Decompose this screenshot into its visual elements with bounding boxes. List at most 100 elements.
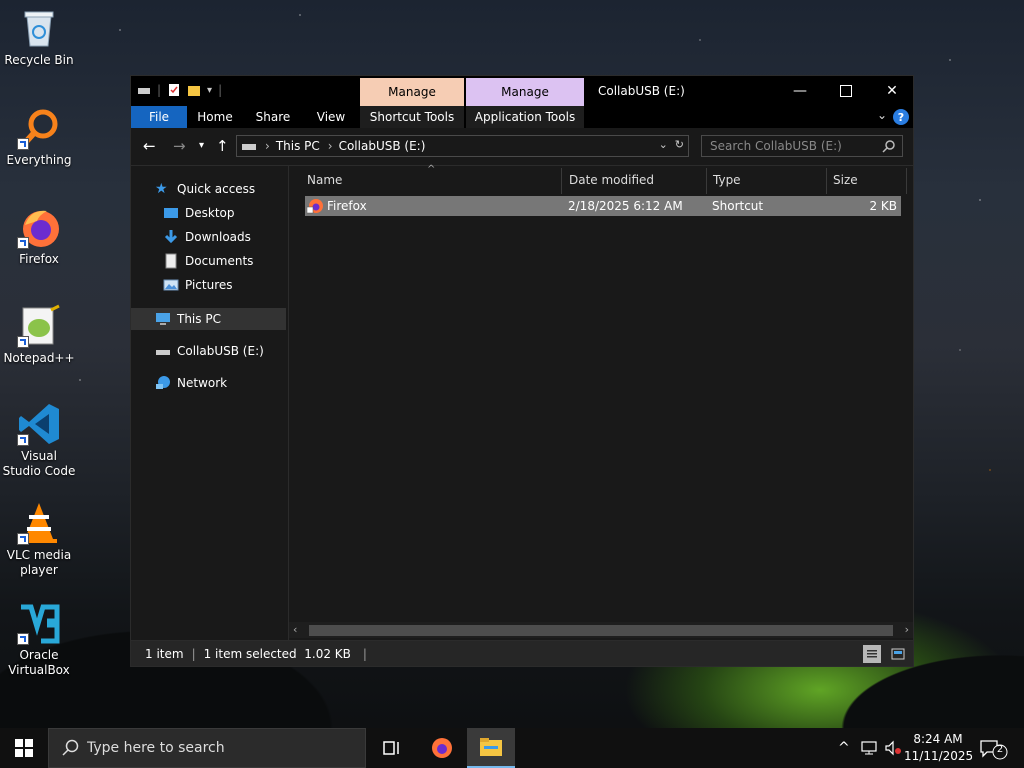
status-divider: | [362,646,367,661]
column-header-type[interactable]: Type [713,166,741,194]
properties-icon[interactable] [167,83,181,97]
downloads-icon [164,230,178,244]
nav-network[interactable]: Network [131,372,310,394]
maximize-button[interactable] [823,76,869,106]
file-date: 2/18/2025 6:12 AM [568,199,683,213]
manage-application-group[interactable]: Manage [466,78,584,106]
column-divider[interactable] [906,168,907,194]
file-row-firefox[interactable]: Firefox 2/18/2025 6:12 AM Shortcut 2 KB [305,196,901,216]
desktop-icon-vlc[interactable]: VLC media player [2,501,76,578]
nav-this-pc[interactable]: This PC [131,308,286,330]
forward-icon[interactable]: → [173,137,186,155]
nav-quick-access[interactable]: ★ Quick access [131,178,310,200]
file-explorer-icon [480,738,502,756]
shortcut-arrow-icon [17,336,29,348]
documents-icon [165,253,177,269]
column-header-date-modified[interactable]: Date modified [569,166,654,194]
column-divider[interactable] [706,168,707,194]
search-box[interactable] [701,135,903,157]
desktop-icon-recycle-bin[interactable]: Recycle Bin [2,6,76,68]
address-dropdown-refresh-icons[interactable]: ⌄ ↻ [659,138,684,151]
search-input[interactable] [702,138,882,154]
action-center-button[interactable]: 2 [978,738,1010,760]
column-header-name[interactable]: Name [307,166,342,194]
volume-muted-icon[interactable] [884,740,902,756]
taskbar-search-input[interactable] [79,739,349,757]
nav-label: Pictures [185,278,233,292]
breadcrumb-collabusb[interactable]: CollabUSB (E:) [339,139,426,153]
desktop-icon-vscode[interactable]: Visual Studio Code [2,402,76,479]
taskbar: ^ 8:24 AM 11/11/2025 2 [0,728,1024,768]
task-view-button[interactable] [368,728,416,768]
taskbar-search-box[interactable] [48,728,366,768]
large-icons-view-button[interactable] [889,645,907,663]
help-icon[interactable]: ? [893,109,909,125]
up-icon[interactable]: ↑ [216,137,229,155]
tab-file[interactable]: File [131,106,187,128]
column-header-size[interactable]: Size [833,166,858,194]
desktop-icon-everything[interactable]: Everything [2,106,76,168]
nav-label: Desktop [185,206,235,220]
desktop-icon-notepad-plus-plus[interactable]: Notepad++ [2,304,76,366]
search-icon [882,140,895,153]
sort-ascending-icon: ^ [427,164,436,175]
column-divider[interactable] [561,168,562,194]
file-list: ^ Name Date modified Type Size Firefox 2… [289,164,913,640]
shortcut-arrow-icon [17,434,29,446]
recent-locations-icon[interactable]: ▾ [199,140,204,151]
status-bar: 1 item | 1 item selected 1.02 KB | [131,640,913,666]
tab-shortcut-tools[interactable]: Shortcut Tools [360,106,464,128]
taskbar-file-explorer-button[interactable] [467,728,515,768]
minimize-button[interactable]: — [777,76,823,106]
everything-search-icon [17,106,61,150]
show-hidden-icons-chevron-icon[interactable]: ^ [838,740,850,756]
tab-home[interactable]: Home [187,106,243,128]
breadcrumb-this-pc[interactable]: This PC [276,139,320,153]
tab-view[interactable]: View [303,106,359,128]
manage-shortcut-group[interactable]: Manage [360,78,464,106]
back-icon[interactable]: ← [143,137,156,155]
this-pc-icon [156,313,170,325]
close-button[interactable]: ✕ [869,76,915,106]
large-icons-view-icon [891,648,905,660]
clock-time: 8:24 AM [913,732,963,746]
details-view-button[interactable] [863,645,881,663]
system-clock[interactable]: 8:24 AM 11/11/2025 [904,731,973,765]
network-status-icon[interactable] [860,740,878,756]
vscode-icon [17,402,61,446]
status-divider: | [191,646,196,661]
breadcrumb-separator-icon: › [327,139,333,153]
title-bar: | ▾ | Manage Manage CollabUSB (E:) — ✕ [131,76,913,106]
scroll-right-icon[interactable]: › [905,623,909,636]
desktop-icon-label: Everything [6,153,72,167]
nav-collabusb-drive[interactable]: CollabUSB (E:) [131,340,310,362]
shortcut-arrow-icon [17,633,29,645]
expand-ribbon-icon[interactable]: ⌄ [877,108,887,122]
column-divider[interactable] [826,168,827,194]
toolbar-divider: | [157,83,162,97]
address-bar[interactable]: › This PC › CollabUSB (E:) ⌄ ↻ [236,135,689,157]
drive-icon [138,88,150,94]
new-folder-icon[interactable] [187,83,201,97]
tab-share[interactable]: Share [243,106,303,128]
notification-icon [980,740,1008,760]
desktop-icon-firefox[interactable]: Firefox [2,205,76,267]
customize-toolbar-icon[interactable]: ▾ [207,85,212,96]
network-icon [156,376,170,389]
desktop-icon-label: Firefox [19,252,59,266]
desktop-icon-virtualbox[interactable]: Oracle VirtualBox [2,601,76,678]
scrollbar-thumb[interactable] [309,625,893,636]
scroll-left-icon[interactable]: ‹ [293,623,297,636]
virtualbox-icon [17,601,61,645]
usb-drive-icon [156,350,170,355]
item-count: 1 item [145,646,184,661]
shortcut-arrow-icon [17,237,29,249]
horizontal-scrollbar[interactable]: ‹ › [289,622,913,638]
taskbar-firefox-button[interactable] [418,728,466,768]
recycle-bin-icon [17,6,61,50]
start-button[interactable] [0,728,48,768]
details-view-icon [867,650,877,658]
nav-label: CollabUSB (E:) [177,344,264,358]
windows-logo-icon [15,739,33,757]
tab-application-tools[interactable]: Application Tools [466,106,584,128]
